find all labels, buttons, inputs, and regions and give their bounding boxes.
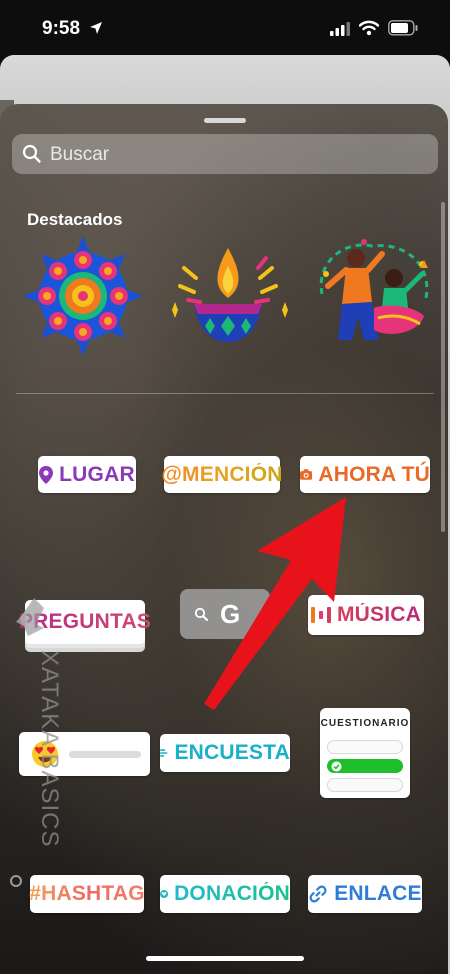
watermark-text: XATAKA BASICS xyxy=(36,650,60,848)
battery-icon xyxy=(388,20,418,36)
sticker-sheet: Destacados xyxy=(0,104,448,974)
location-arrow-icon xyxy=(90,22,102,34)
wifi-icon xyxy=(359,20,379,36)
red-arrow-annotation xyxy=(204,497,346,710)
status-time: 9:58 xyxy=(42,18,81,39)
home-indicator[interactable] xyxy=(146,956,304,961)
status-bar: 9:58 xyxy=(0,0,450,58)
cellular-signal-icon xyxy=(330,22,350,36)
watermark-logo: XATAKA BASICS xyxy=(10,598,60,887)
